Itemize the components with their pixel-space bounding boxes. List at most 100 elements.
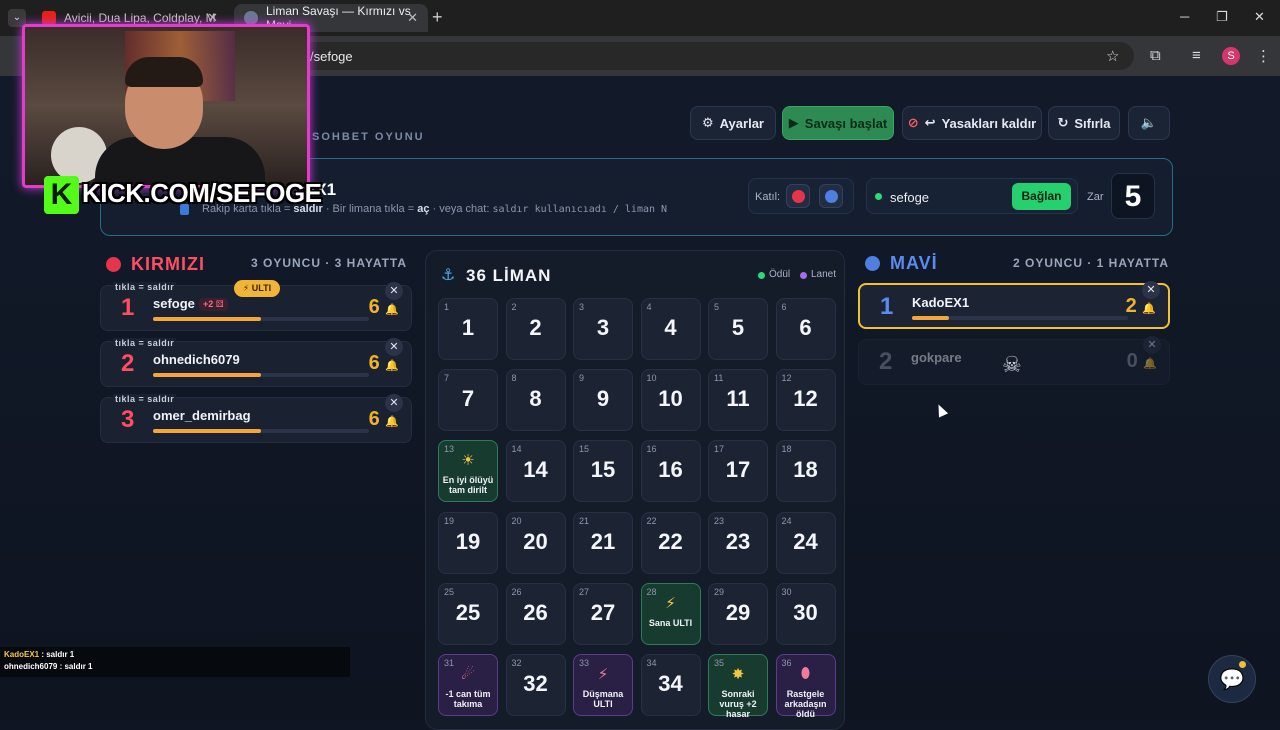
new-tab-button[interactable]: + [432, 7, 443, 28]
harbor-cell[interactable]: 33 [573, 298, 633, 360]
settings-button[interactable]: ⚙ Ayarlar [690, 106, 776, 140]
harbor-cell[interactable]: 66 [775, 298, 836, 360]
close-window-icon[interactable]: ✕ [1254, 9, 1265, 25]
remove-bans-button[interactable]: ⊘ ↩ Yasakları kaldır [902, 106, 1042, 140]
bookmark-star-icon[interactable]: ☆ [1106, 47, 1119, 65]
media-icon[interactable]: ≡ [1192, 47, 1201, 64]
remove-player-button[interactable]: ✕ [1143, 336, 1161, 354]
cell-number: 19 [444, 515, 455, 526]
harbor-cell[interactable]: 17 17 [708, 440, 768, 503]
cell-number: 24 [781, 515, 792, 526]
harbor-cell[interactable]: 22 [505, 298, 566, 360]
cell-effect-icon: ⚡ [597, 666, 609, 683]
red-team-dot [106, 257, 121, 272]
reset-button[interactable]: ↻ Sıfırla [1048, 106, 1120, 140]
red-player-card[interactable]: tıkla = saldır 3 omer_demirbag 6 🔔 ✕ [100, 394, 412, 443]
cell-number: 22 [646, 515, 657, 526]
harbor-cell[interactable]: 36 ⬮ Rastgele arkadaşın öldü [775, 654, 836, 719]
harbor-cell[interactable]: 99 [573, 369, 633, 432]
harbor-cell[interactable]: 11 [438, 298, 498, 360]
join-blue-button[interactable] [819, 184, 843, 208]
cell-number: 17 [714, 444, 725, 455]
restore-icon[interactable]: ❐ [1216, 9, 1228, 25]
harbor-cell[interactable]: 15 15 [573, 440, 633, 503]
remove-player-button[interactable]: ✕ [385, 282, 403, 300]
remove-player-button[interactable]: ✕ [1142, 281, 1160, 299]
harbor-cell[interactable]: 14 14 [505, 440, 566, 503]
bell-icon: 🔔 [1143, 358, 1157, 370]
play-icon: ▶ [788, 115, 799, 130]
player-name: omer_demirbag [153, 408, 251, 423]
harbor-cell[interactable]: 24 24 [775, 511, 836, 574]
harbor-cell[interactable]: 27 27 [573, 582, 633, 645]
remove-player-button[interactable]: ✕ [385, 338, 403, 356]
harbor-cell[interactable]: 19 19 [438, 511, 498, 574]
cell-effect-label: En iyi ölüyü tam dirilt [442, 475, 494, 496]
harbor-cell[interactable]: 34 34 [640, 654, 701, 716]
harbor-cell[interactable]: 12 12 [775, 369, 836, 432]
menu-icon[interactable]: ⋮ [1256, 47, 1271, 65]
bonus-badge: +2 ⚄ [199, 298, 228, 311]
cell-number: 18 [781, 444, 792, 455]
health-bar [912, 316, 1128, 320]
cell-big-number: 3 [596, 315, 610, 340]
remove-player-button[interactable]: ✕ [385, 394, 403, 412]
close-tab-icon[interactable]: ✕ [407, 10, 418, 26]
harbor-cell[interactable]: 22 22 [640, 511, 701, 574]
cell-number: 30 [781, 586, 792, 597]
minimize-icon[interactable]: ─ [1180, 9, 1189, 24]
cell-effect-label: Düşmana ULTI [582, 689, 624, 709]
harbor-cell[interactable]: 33 ⚡ Düşmana ULTI [573, 654, 633, 716]
start-battle-button[interactable]: ▶ Savaşı başlat [782, 106, 894, 140]
blue-player-card[interactable]: 1 KadoEX1 2 🔔 ✕ [858, 281, 1170, 329]
harbor-cell[interactable]: 11 11 [708, 369, 768, 432]
globe-icon [244, 11, 258, 25]
cell-effect-icon: ☄ [461, 666, 475, 683]
cell-number: 14 [511, 444, 522, 455]
harbor-cell[interactable]: 16 16 [640, 440, 701, 503]
harbor-cell[interactable]: 55 [708, 298, 768, 360]
extensions-icon[interactable]: ⧉ [1150, 47, 1161, 64]
cell-number: 34 [646, 658, 657, 668]
harbor-cell[interactable]: 30 30 [775, 582, 836, 645]
cell-number: 16 [646, 444, 657, 455]
harbor-cell[interactable]: 10 10 [640, 369, 701, 432]
dice-value[interactable]: 5 [1111, 173, 1155, 219]
harbor-cell[interactable]: 18 18 [775, 440, 836, 503]
cell-number: 10 [646, 373, 657, 384]
harbor-cell[interactable]: 35 ✸ Sonraki vuruş +2 hasar [708, 654, 768, 719]
harbor-cell[interactable]: 31 ☄ -1 can tüm takıma [438, 654, 498, 716]
dice-label: Zar [1087, 191, 1104, 203]
harbor-cell[interactable]: 32 32 [505, 654, 566, 716]
harbor-cell[interactable]: 13 ☀ En iyi ölüyü tam dirilt [438, 440, 498, 503]
player-name: gokpare [911, 350, 962, 365]
skull-icon: ☠ [1002, 352, 1022, 377]
red-player-card[interactable]: tıkla = saldır 2 ohnedich6079 6 🔔 ✕ [100, 338, 412, 387]
harbor-cell[interactable]: 20 20 [505, 511, 566, 574]
harbor-cell[interactable]: 28 ⚡ Sana ULTI [640, 582, 701, 645]
harbor-cell[interactable]: 26 26 [505, 582, 566, 645]
red-team-name: KIRMIZI [131, 254, 205, 274]
profile-avatar[interactable]: S [1222, 47, 1240, 65]
connect-button[interactable]: Bağlan [1012, 183, 1071, 210]
harbor-cell[interactable]: 21 21 [573, 511, 633, 574]
chat-bubble-button[interactable]: 💬 [1208, 655, 1256, 703]
harbor-cell[interactable]: 44 [640, 298, 701, 360]
chat-message: ohnedich6079 : saldır 1 [4, 662, 93, 671]
cell-number: 20 [511, 515, 522, 526]
harbor-cell[interactable]: 25 25 [438, 582, 498, 645]
harbor-cell[interactable]: 23 23 [708, 511, 768, 574]
join-red-button[interactable] [786, 184, 810, 208]
cell-effect-label: Rastgele arkadaşın öldü [784, 689, 827, 719]
sound-button[interactable]: 🔈 [1128, 106, 1170, 140]
cell-number: 1 [444, 302, 450, 312]
harbor-cell[interactable]: 88 [505, 369, 566, 432]
cell-big-number: 29 [725, 599, 751, 625]
cell-big-number: 7 [461, 386, 475, 412]
cell-effect-icon: ⚡ [665, 594, 676, 612]
address-bar[interactable] [294, 42, 1134, 70]
harbor-cell[interactable]: 29 29 [708, 582, 768, 645]
cell-number: 25 [444, 586, 455, 597]
harbor-cell[interactable]: 77 [438, 369, 498, 432]
cell-big-number: 6 [799, 315, 812, 340]
